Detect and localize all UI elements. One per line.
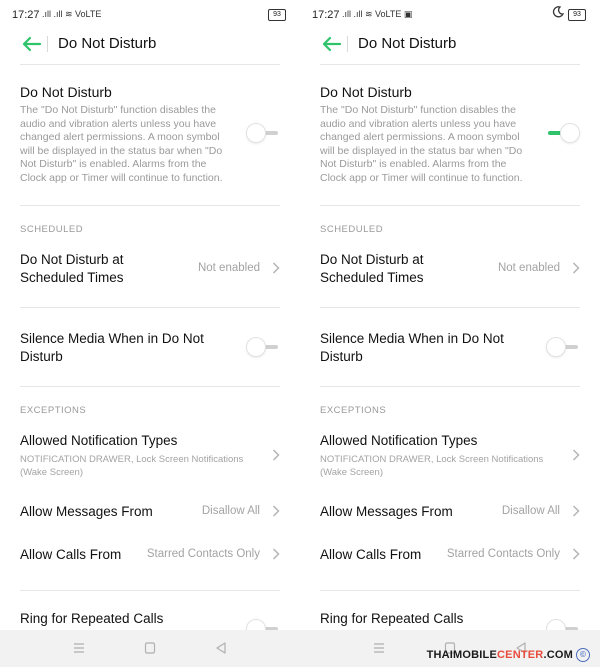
allow-messages-title: Allow Messages From (320, 504, 453, 519)
watermark-part3: .COM (543, 648, 573, 661)
notification-types-title: Allowed Notification Types (20, 433, 178, 448)
allow-messages-title: Allow Messages From (20, 504, 153, 519)
status-bar: 17:27 .ıll .ıll ≋ VoLTE 93 (0, 0, 300, 30)
repeated-calls-toggle[interactable] (246, 618, 282, 630)
dnd-description: The "Do Not Disturb" function disables t… (320, 104, 523, 184)
silence-media-title: Silence Media When in Do Not Disturb (20, 331, 204, 364)
watermark-part1: THAIMOBILE (426, 648, 498, 661)
divider (320, 386, 580, 387)
silence-media-toggle[interactable] (246, 336, 282, 358)
menu-icon[interactable] (72, 642, 86, 654)
repeated-calls-title: Ring for Repeated Calls (320, 611, 464, 626)
notification-types-subtitle: NOTIFICATION DRAWER, Lock Screen Notific… (20, 454, 244, 478)
page-title: Do Not Disturb (358, 35, 457, 52)
scheduled-times-title: Do Not Disturb at Scheduled Times (320, 252, 424, 285)
scheduled-times-value: Not enabled (497, 262, 560, 274)
screenshot-right: 17:27 .ıll .ıll ≋ VoLTE ▣ 93 Do Not Dist… (300, 0, 600, 630)
chevron-right-icon (572, 262, 580, 274)
chevron-right-icon (272, 548, 280, 560)
scheduled-times-value: Not enabled (197, 262, 260, 274)
allow-calls-title: Allow Calls From (320, 547, 422, 562)
status-bar: 17:27 .ıll .ıll ≋ VoLTE ▣ 93 (300, 0, 600, 30)
watermark: THAIMOBILECENTER.COM © (427, 648, 590, 662)
watermark-part2: CENTER (497, 648, 544, 661)
toggle-knob (246, 337, 266, 357)
divider (20, 307, 280, 308)
app-bar: Do Not Disturb (300, 30, 600, 60)
allow-messages-value: Disallow All (201, 505, 260, 517)
repeated-calls-toggle[interactable] (546, 618, 582, 630)
signal-wifi-icons: .ıll .ıll ≋ VoLTE ▣ (342, 9, 413, 19)
chevron-right-icon (572, 548, 580, 560)
back-arrow-icon[interactable] (320, 34, 342, 54)
divider (20, 205, 280, 206)
screenshot-left: 17:27 .ıll .ıll ≋ VoLTE 93 Do Not Distur… (0, 0, 300, 630)
divider (20, 386, 280, 387)
chevron-right-icon (272, 449, 280, 461)
chevron-right-icon (572, 449, 580, 461)
back-triangle-icon[interactable] (214, 642, 228, 654)
divider (20, 64, 280, 65)
divider (47, 36, 48, 52)
status-time: 17:27 (312, 9, 340, 21)
dnd-toggle[interactable] (246, 122, 282, 144)
divider (320, 205, 580, 206)
page-title: Do Not Disturb (58, 35, 157, 52)
menu-icon[interactable] (372, 642, 386, 654)
section-header-exceptions: EXCEPTIONS (20, 405, 87, 416)
home-square-icon[interactable] (143, 642, 157, 654)
battery-icon: 93 (268, 9, 286, 21)
divider (320, 307, 580, 308)
allow-calls-value: Starred Contacts Only (446, 548, 560, 560)
divider (320, 64, 580, 65)
toggle-knob (246, 619, 266, 630)
scheduled-times-title: Do Not Disturb at Scheduled Times (20, 252, 124, 285)
silence-media-title: Silence Media When in Do Not Disturb (320, 331, 504, 364)
app-bar: Do Not Disturb (0, 30, 300, 60)
divider (20, 590, 280, 591)
chevron-right-icon (572, 505, 580, 517)
copyright-icon: © (576, 648, 590, 662)
toggle-knob (246, 123, 266, 143)
allow-messages-value: Disallow All (501, 505, 560, 517)
divider (320, 590, 580, 591)
repeated-calls-title: Ring for Repeated Calls (20, 611, 164, 626)
status-time: 17:27 (12, 9, 40, 21)
allow-calls-value: Starred Contacts Only (146, 548, 260, 560)
section-header-scheduled: SCHEDULED (20, 224, 84, 235)
chevron-right-icon (272, 505, 280, 517)
dnd-toggle[interactable] (546, 122, 582, 144)
silence-media-toggle[interactable] (546, 336, 582, 358)
divider (347, 36, 348, 52)
moon-icon (552, 6, 564, 18)
dnd-title: Do Not Disturb (320, 84, 412, 100)
allow-calls-title: Allow Calls From (20, 547, 122, 562)
section-header-exceptions: EXCEPTIONS (320, 405, 387, 416)
battery-icon: 93 (568, 9, 586, 21)
back-arrow-icon[interactable] (20, 34, 42, 54)
toggle-knob (546, 619, 566, 630)
notification-types-subtitle: NOTIFICATION DRAWER, Lock Screen Notific… (320, 454, 544, 478)
toggle-knob (560, 123, 580, 143)
toggle-knob (546, 337, 566, 357)
signal-wifi-icons: .ıll .ıll ≋ VoLTE (42, 9, 102, 19)
dnd-description: The "Do Not Disturb" function disables t… (20, 104, 223, 184)
dnd-title: Do Not Disturb (20, 84, 112, 100)
notification-types-title: Allowed Notification Types (320, 433, 478, 448)
section-header-scheduled: SCHEDULED (320, 224, 384, 235)
chevron-right-icon (272, 262, 280, 274)
